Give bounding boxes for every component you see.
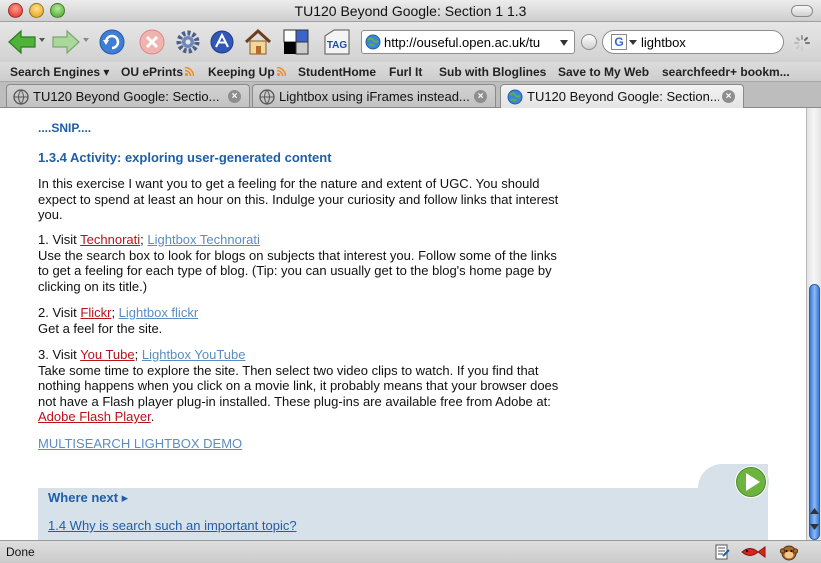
- bookmark-studenthome[interactable]: StudentHome: [298, 65, 376, 79]
- google-engine-icon[interactable]: G: [611, 34, 627, 50]
- extension-icon: [210, 30, 234, 54]
- window-title: TU120 Beyond Google: Section 1 1.3: [294, 3, 527, 19]
- forward-arrow-icon: [52, 29, 80, 55]
- extension-button[interactable]: [206, 26, 238, 58]
- page-info-icon[interactable]: [714, 544, 730, 560]
- stop-button[interactable]: [136, 26, 168, 58]
- navigation-toolbar: TAG G: [0, 22, 821, 62]
- search-box[interactable]: G: [602, 30, 784, 54]
- forward-history-dropdown-icon[interactable]: [82, 36, 90, 44]
- reload-button[interactable]: [96, 26, 128, 58]
- step-2: 2. Visit Flickr; Lightbox flickr Get a f…: [38, 305, 199, 336]
- toolbar-toggle-button[interactable]: [791, 5, 813, 17]
- tab-close-icon[interactable]: ×: [722, 90, 735, 103]
- lightbox-flickr-link[interactable]: Lightbox flickr: [119, 305, 198, 320]
- tab-label: TU120 Beyond Google: Section...: [527, 89, 719, 104]
- section-heading: 1.3.4 Activity: exploring user-generated…: [38, 150, 332, 165]
- scroll-down-arrow-icon[interactable]: [809, 522, 820, 532]
- delicious-button[interactable]: [280, 26, 312, 58]
- tab-bar: TU120 Beyond Google: Sectio... × Lightbo…: [0, 82, 821, 108]
- reload-icon: [99, 29, 125, 55]
- tag-button[interactable]: TAG: [322, 26, 352, 58]
- adobe-flash-link[interactable]: Adobe Flash Player: [38, 409, 151, 424]
- stop-icon: [139, 29, 165, 55]
- back-history-dropdown-icon[interactable]: [38, 36, 46, 44]
- delicious-icon: [283, 29, 309, 55]
- settings-button[interactable]: [172, 26, 204, 58]
- vertical-scrollbar[interactable]: [806, 108, 821, 540]
- bookmarks-toolbar: Search Engines ▾ OU ePrints Keeping Up S…: [0, 62, 821, 82]
- technorati-link[interactable]: Technorati: [80, 232, 140, 247]
- home-button[interactable]: [242, 26, 274, 58]
- url-input[interactable]: [384, 34, 554, 50]
- youtube-link[interactable]: You Tube: [80, 347, 134, 362]
- tab-tu120-active[interactable]: TU120 Beyond Google: Section... ×: [500, 84, 744, 108]
- lightbox-youtube-link[interactable]: Lightbox YouTube: [142, 347, 246, 362]
- flickr-link[interactable]: Flickr: [80, 305, 111, 320]
- bookmark-sub-with-bloglines[interactable]: Sub with Bloglines: [439, 65, 546, 79]
- scrollbar-thumb[interactable]: [809, 284, 820, 540]
- fish-addon-icon[interactable]: [740, 544, 766, 560]
- bookmark-furl-it[interactable]: Furl It: [389, 65, 422, 79]
- step-1: 1. Visit Technorati; Lightbox Technorati…: [38, 232, 557, 294]
- lightbox-technorati-link[interactable]: Lightbox Technorati: [147, 232, 260, 247]
- page-globe-icon: [259, 89, 275, 105]
- address-bar[interactable]: [361, 30, 575, 54]
- snip-marker: ....SNIP....: [38, 121, 92, 135]
- bookmark-search-engines[interactable]: Search Engines ▾: [10, 65, 109, 79]
- go-button[interactable]: [581, 34, 597, 50]
- url-history-dropdown-icon[interactable]: [559, 39, 569, 47]
- forward-button[interactable]: [50, 26, 82, 58]
- window-titlebar: TU120 Beyond Google: Section 1 1.3: [0, 0, 821, 22]
- loading-throbber-icon: [794, 35, 810, 51]
- tab-lightbox-iframes[interactable]: Lightbox using iFrames instead... ×: [252, 84, 496, 107]
- bookmark-keeping-up[interactable]: Keeping Up: [208, 65, 286, 79]
- tag-icon: TAG: [324, 29, 350, 55]
- home-icon: [244, 28, 272, 55]
- page-content: ....SNIP.... 1.3.4 Activity: exploring u…: [0, 108, 806, 540]
- site-globe-icon: [365, 34, 381, 50]
- svg-text:TAG: TAG: [327, 40, 348, 51]
- multisearch-demo-link[interactable]: MULTISEARCH LIGHTBOX DEMO: [38, 436, 242, 451]
- rss-feed-icon: [276, 67, 286, 76]
- rss-feed-icon: [185, 67, 195, 76]
- intro-paragraph: In this exercise I want you to get a fee…: [38, 176, 559, 222]
- back-button[interactable]: [6, 26, 38, 58]
- site-globe-icon: [507, 89, 523, 105]
- step-3: 3. Visit You Tube; Lightbox YouTube Take…: [38, 347, 559, 424]
- tab-close-icon[interactable]: ×: [474, 90, 487, 103]
- search-input[interactable]: [641, 34, 777, 50]
- page-globe-icon: [13, 89, 29, 105]
- bookmark-save-to-my-web[interactable]: Save to My Web: [558, 65, 649, 79]
- tab-close-icon[interactable]: ×: [228, 90, 241, 103]
- bookmark-ou-eprints[interactable]: OU ePrints: [121, 65, 195, 79]
- status-bar: Done: [0, 540, 821, 563]
- where-next-panel: Where next ▸ 1.4 Why is search such an i…: [38, 464, 768, 540]
- scroll-up-arrow-icon[interactable]: [809, 506, 820, 516]
- where-next-heading: Where next ▸: [48, 490, 129, 505]
- tab-label: Lightbox using iFrames instead...: [279, 89, 470, 104]
- tab-tu120-1[interactable]: TU120 Beyond Google: Sectio... ×: [6, 84, 250, 107]
- status-text: Done: [6, 545, 35, 559]
- next-play-icon[interactable]: [732, 463, 770, 501]
- monkey-addon-icon[interactable]: [780, 544, 798, 561]
- next-section-link[interactable]: 1.4 Why is search such an important topi…: [48, 518, 297, 533]
- tab-label: TU120 Beyond Google: Sectio...: [33, 89, 220, 104]
- bookmark-searchfeedr[interactable]: searchfeedr+ bookm...: [662, 65, 790, 79]
- back-arrow-icon: [8, 29, 36, 55]
- search-engine-dropdown-icon[interactable]: [629, 40, 637, 46]
- gear-icon: [176, 30, 200, 54]
